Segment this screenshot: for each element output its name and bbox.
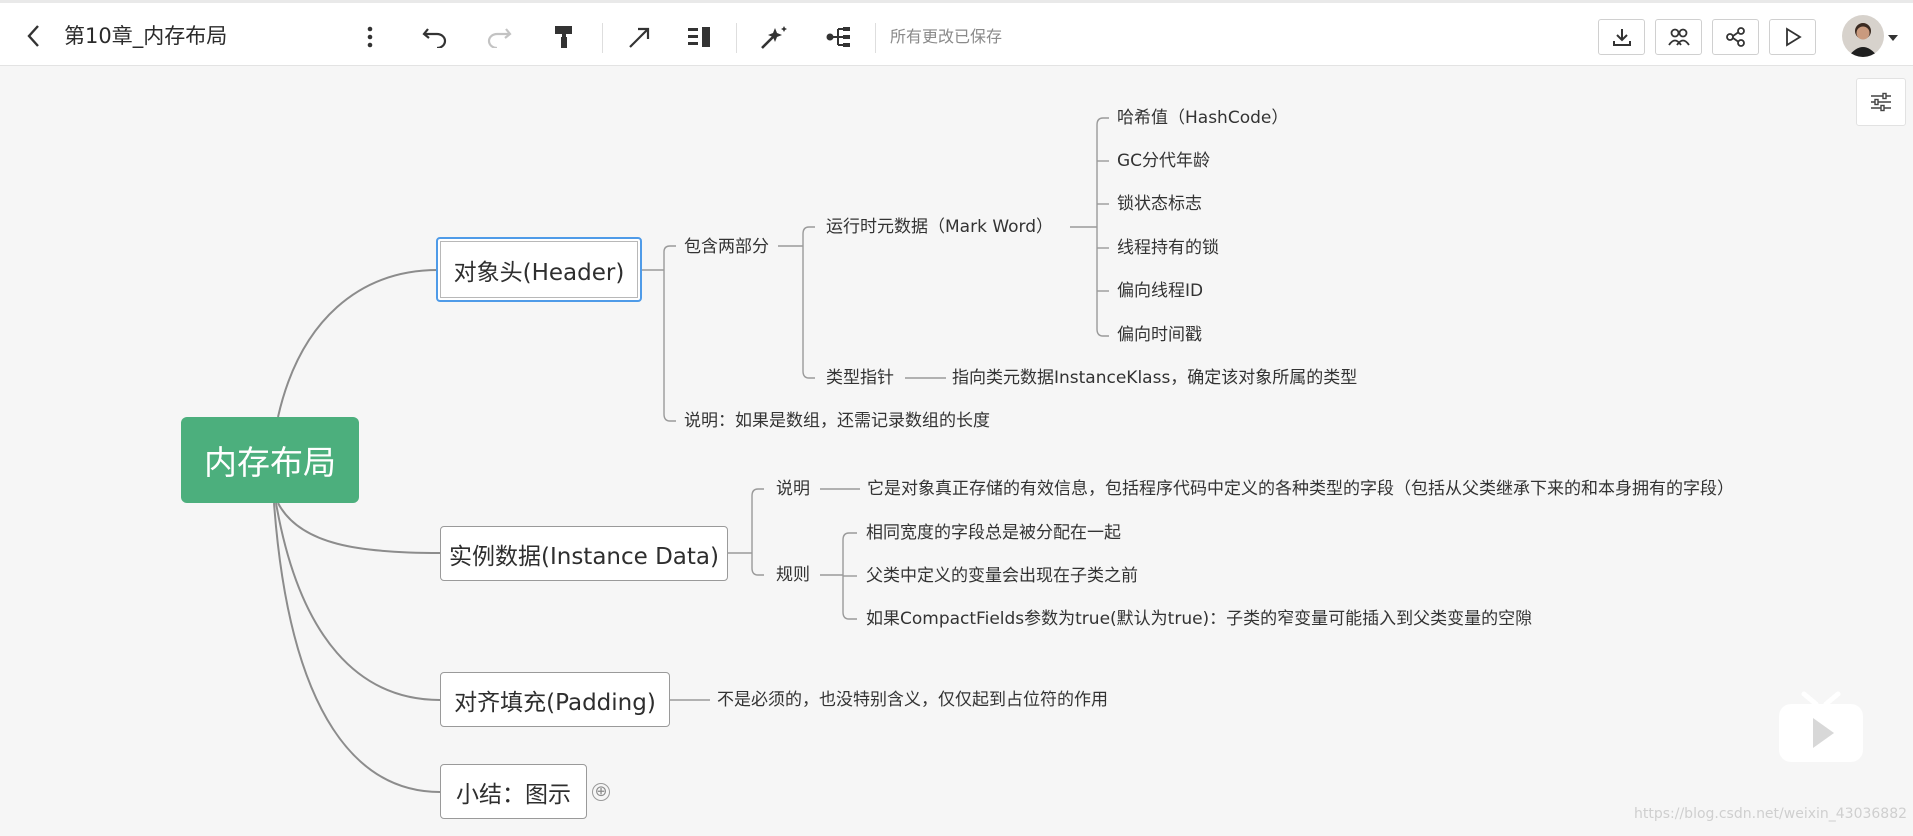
topic-mark-item[interactable]: 偏向线程ID [1117,279,1203,303]
topic-padding-desc[interactable]: 不是必须的，也没特别含义，仅仅起到占位符的作用 [717,688,1108,712]
topic-mark-item[interactable]: 偏向时间戳 [1117,323,1202,347]
topic-type-pointer[interactable]: 类型指针 [826,366,894,390]
watermark-text: https://blog.csdn.net/weixin_43036882 [1634,806,1908,822]
topic-two-parts[interactable]: 包含两部分 [684,235,769,259]
topic-mark-item[interactable]: GC分代年龄 [1117,149,1210,173]
topic-summary[interactable]: 小结：图示 [440,764,587,819]
video-play-icon[interactable] [1776,690,1866,764]
topic-mark-item[interactable]: 锁状态标志 [1117,192,1202,216]
topic-mark-item[interactable]: 线程持有的锁 [1117,236,1219,260]
expand-topic-icon[interactable]: ⊕ [592,783,610,801]
topic-padding[interactable]: 对齐填充(Padding) [440,672,670,727]
topic-type-pointer-desc[interactable]: 指向类元数据InstanceKlass，确定该对象所属的类型 [952,366,1357,390]
topic-rule[interactable]: 相同宽度的字段总是被分配在一起 [866,521,1121,545]
topic-instance-data[interactable]: 实例数据(Instance Data) [440,526,728,581]
topic-rule[interactable]: 如果CompactFields参数为true(默认为true)：子类的窄变量可能… [866,607,1532,631]
topic-header[interactable]: 对象头(Header) [436,237,642,302]
topic-header-note[interactable]: 说明：如果是数组，还需记录数组的长度 [684,409,990,433]
topic-instance-desc[interactable]: 它是对象真正存储的有效信息，包括程序代码中定义的各种类型的字段（包括从父类继承下… [867,477,1734,501]
topic-instance-desc-label[interactable]: 说明 [776,477,810,501]
root-topic[interactable]: 内存布局 [181,417,359,503]
topic-mark-item[interactable]: 哈希值（HashCode） [1117,106,1288,130]
topic-rules-label[interactable]: 规则 [776,563,810,587]
mindmap-app: 第10章_内存布局 所有更改已保存 内存布局 对象头(Header) 包含两部分… [0,0,1913,836]
topic-rule[interactable]: 父类中定义的变量会出现在子类之前 [866,564,1138,588]
topic-mark-word[interactable]: 运行时元数据（Mark Word） [826,215,1053,239]
